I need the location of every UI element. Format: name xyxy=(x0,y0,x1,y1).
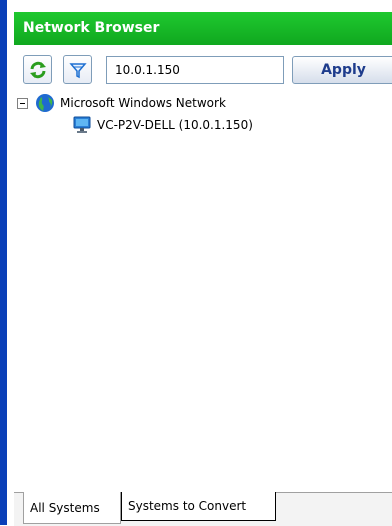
tree-node-computer[interactable]: VC-P2V-DELL (10.0.1.150) xyxy=(72,114,253,136)
tree-node-computer-label: VC-P2V-DELL (10.0.1.150) xyxy=(97,118,253,132)
address-input[interactable] xyxy=(106,56,284,84)
network-globe-icon xyxy=(36,94,54,112)
computer-icon xyxy=(73,116,91,133)
refresh-button[interactable] xyxy=(23,55,52,84)
filter-icon xyxy=(68,62,87,78)
refresh-icon xyxy=(29,61,46,78)
toolbar: Apply xyxy=(14,45,392,90)
collapse-toggle-icon[interactable] xyxy=(17,97,28,109)
apply-button[interactable]: Apply xyxy=(292,56,392,84)
tree-node-root-label: Microsoft Windows Network xyxy=(60,96,226,110)
tab-strip: All Systems Systems to Convert xyxy=(14,492,392,526)
tab-all-systems[interactable]: All Systems xyxy=(23,492,121,524)
panel-title: Network Browser xyxy=(14,12,392,45)
network-browser-panel: Network Browser Apply xyxy=(0,0,392,526)
tab-systems-to-convert[interactable]: Systems to Convert xyxy=(121,492,276,521)
filter-button[interactable] xyxy=(63,55,92,84)
tree-node-root[interactable]: Microsoft Windows Network xyxy=(17,92,226,114)
